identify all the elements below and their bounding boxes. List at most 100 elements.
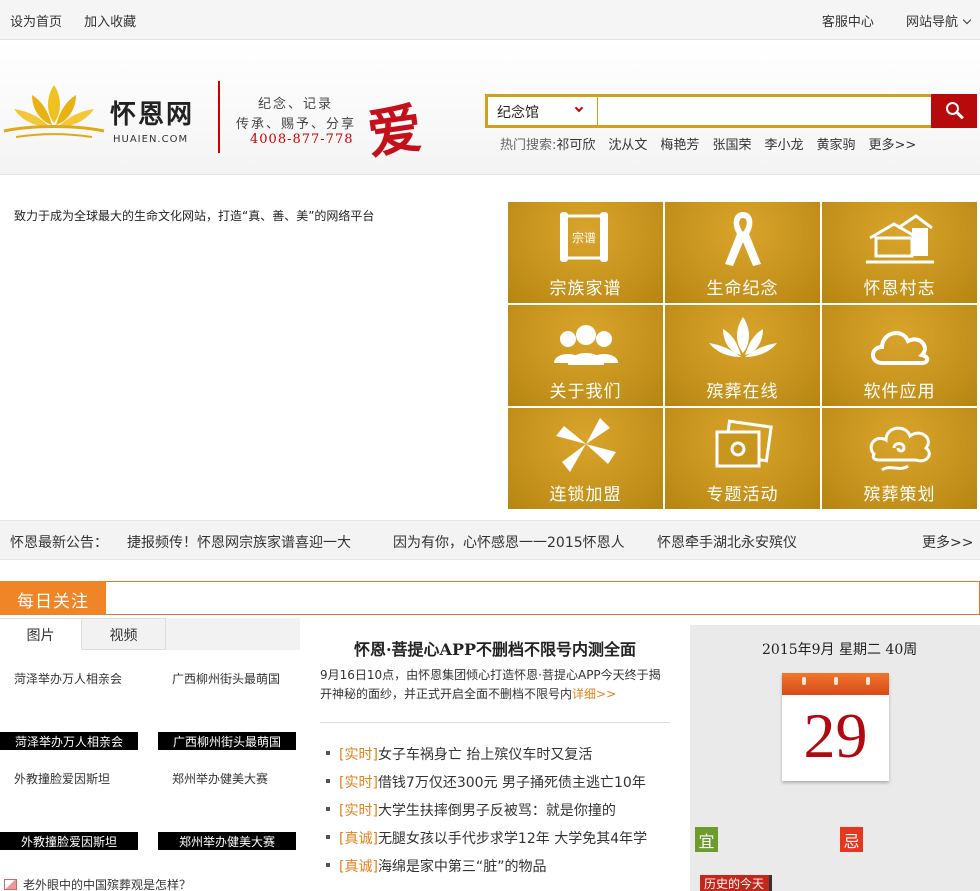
picture-title-bar[interactable]: 外教撞脸爱因斯坦 (0, 832, 138, 850)
search-input[interactable] (600, 97, 930, 125)
set-home-link[interactable]: 设为首页 (10, 15, 62, 30)
news-tag: [真诚] (339, 831, 378, 847)
picture-title-bar[interactable]: 菏泽举办万人相亲会 (0, 732, 138, 750)
site-nav-label: 网站导航 (905, 15, 958, 30)
news-text: 海绵是家中第三“脏”的物品 (377, 859, 547, 875)
cloud-icon (871, 331, 930, 365)
announcement-label: 怀恩最新公告： (10, 535, 108, 551)
logo-text: 怀恩网 (110, 100, 195, 130)
svg-text:宗谱: 宗谱 (572, 230, 596, 245)
calendar-ring (834, 677, 838, 685)
hotline-number: 4008-877-778 (250, 132, 354, 147)
announcement-bar: 怀恩最新公告： 捷报频传！怀恩网宗族家谱喜迎一大 因为有你，心怀感恩一一2015… (0, 520, 980, 560)
article-link[interactable]: 老外眼中的中国殡葬观是怎样？ (4, 876, 191, 891)
history-today-label[interactable]: 历史的今天 (700, 875, 772, 891)
daily-focus-header: 每日关注 (0, 581, 980, 615)
hot-keyword[interactable]: 张国荣 (712, 138, 751, 153)
announcement-item[interactable]: 怀恩牵手湖北永安殡仪 (657, 532, 797, 552)
tab-pictures[interactable]: 图片 (0, 618, 82, 650)
tile-label: 关于我们 (549, 382, 622, 402)
search-button[interactable] (931, 94, 977, 128)
news-item[interactable]: [实时]大学生扶摔倒男子反被骂：就是你撞的 (326, 800, 616, 820)
hot-keyword[interactable]: 沈从文 (608, 138, 647, 153)
search-category-value: 纪念馆 (497, 105, 539, 121)
lotus-logo-icon[interactable] (2, 81, 106, 143)
bullet (326, 779, 330, 783)
news-tag: [真诚] (339, 859, 378, 875)
add-favorite-link[interactable]: 加入收藏 (84, 15, 136, 30)
search-category-select[interactable]: 纪念馆 (488, 97, 598, 125)
picture-caption[interactable]: 广西柳州街头最萌国 (172, 670, 280, 687)
calendar-day: 29 (803, 700, 868, 771)
suitable-badge: 宜 (695, 827, 718, 852)
bullet (326, 807, 330, 811)
feature-grid: 宗谱 宗族家谱 生命纪念 怀恩村志 关于我们 殡葬在线 软件应用 连锁加盟 专题… (508, 202, 980, 510)
slogan-line-2: 传承、赐予、分享 (236, 117, 357, 132)
site-nav-menu[interactable]: 网站导航 (905, 15, 972, 30)
tile-label: 宗族家谱 (549, 279, 622, 299)
picture-caption[interactable]: 菏泽举办万人相亲会 (14, 670, 122, 687)
bullet (326, 751, 330, 755)
header: 怀恩网 HUAIEN.COM 纪念、记录 传承、赐予、分享 4008-877-7… (0, 41, 980, 175)
tile-about-us[interactable]: 关于我们 (508, 305, 663, 406)
hot-keyword[interactable]: 梅艳芳 (660, 138, 699, 153)
slogan-line-1: 纪念、记录 (258, 97, 334, 112)
daily-focus-title: 每日关注 (0, 581, 106, 615)
calendar-ring (802, 677, 806, 685)
headline[interactable]: 怀恩·菩提心APP不删档不限号内测全面 (320, 636, 670, 660)
detail-link[interactable]: 详细>> (572, 687, 616, 701)
tile-life-memorial[interactable]: 生命纪念 (665, 202, 820, 303)
ribbon-icon (725, 212, 761, 266)
news-item[interactable]: [实时]借钱7万仅还300元 男子捅死债主逃亡10年 (326, 772, 646, 792)
service-center-link[interactable]: 客服中心 (822, 15, 874, 30)
picture-caption[interactable]: 郑州举办健美大赛 (172, 770, 268, 787)
hot-keyword[interactable]: 李小龙 (764, 138, 803, 153)
tile-label: 生命纪念 (706, 279, 779, 299)
news-item[interactable]: [实时]女子车祸身亡 抬上殡仪车时又复活 (326, 744, 592, 764)
logo-domain: HUAIEN.COM (113, 134, 189, 145)
chevron-down-icon (574, 103, 584, 113)
news-item[interactable]: [真诚]无腿女孩以手代步求学12年 大学免其4年学 (326, 828, 647, 848)
announcement-item[interactable]: 因为有你，心怀感恩一一2015怀恩人 (393, 532, 625, 552)
tab-videos[interactable]: 视频 (82, 618, 166, 650)
calendar-page: 29 (782, 673, 889, 781)
announcement-item[interactable]: 捷报频传！怀恩网宗族家谱喜迎一大 (127, 532, 351, 552)
picture-title-bar[interactable]: 郑州举办健美大赛 (158, 832, 296, 850)
tile-funeral-online[interactable]: 殡葬在线 (665, 305, 820, 406)
tile-special-events[interactable]: 专题活动 (665, 408, 820, 509)
search-box: 纪念馆 (485, 94, 977, 128)
news-text: 女子车祸身亡 抬上殡仪车时又复活 (377, 747, 593, 763)
hot-search: 热门搜索:祁可欣 沈从文 梅艳芳 张国荣 李小龙 黄家驹 更多>> (500, 134, 929, 153)
article-link-text: 老外眼中的中国殡葬观是怎样？ (23, 878, 192, 891)
tile-label: 连锁加盟 (549, 485, 622, 505)
image-icon (4, 879, 17, 890)
people-icon (554, 325, 618, 365)
love-calligraphy: 爱 (363, 95, 426, 167)
headline-summary: 9月16日10点，由怀恩集团倾心打造怀恩·菩提心APP今天终于揭开神秘的面纱，并… (320, 666, 670, 704)
tab-spacer (166, 618, 300, 650)
tile-label: 软件应用 (863, 382, 936, 402)
news-text: 借钱7万仅还300元 男子捅死债主逃亡10年 (377, 775, 646, 791)
hot-keyword[interactable]: 祁可欣 (556, 138, 595, 153)
tile-chain-franchise[interactable]: 连锁加盟 (508, 408, 663, 509)
chevron-down-icon (962, 15, 972, 25)
tile-funeral-planning[interactable]: 殡葬策划 (822, 408, 977, 509)
hot-search-more-link[interactable]: 更多>> (868, 138, 916, 153)
picture-title-bar[interactable]: 广西柳州街头最萌国 (158, 732, 296, 750)
auspicious-cloud-icon (869, 426, 931, 472)
site-tagline: 致力于成为全球最大的生命文化网站，打造“真、善、美”的网络平台 (14, 209, 375, 223)
tile-label: 殡葬在线 (706, 382, 779, 402)
tile-clan-genealogy[interactable]: 宗谱 宗族家谱 (508, 202, 663, 303)
news-item[interactable]: [真诚]海绵是家中第三“脏”的物品 (326, 856, 546, 876)
bullet (326, 835, 330, 839)
photo-icon (715, 419, 773, 468)
hot-keyword[interactable]: 黄家驹 (816, 138, 855, 153)
tile-label: 怀恩村志 (863, 279, 936, 299)
tile-village-records[interactable]: 怀恩村志 (822, 202, 977, 303)
tile-software-apps[interactable]: 软件应用 (822, 305, 977, 406)
announcement-more-link[interactable]: 更多>> (922, 532, 973, 552)
news-text: 大学生扶摔倒男子反被骂：就是你撞的 (377, 803, 616, 819)
picture-caption[interactable]: 外教撞脸爱因斯坦 (14, 770, 110, 787)
tile-label: 殡葬策划 (863, 485, 936, 505)
tile-label: 专题活动 (706, 485, 779, 505)
